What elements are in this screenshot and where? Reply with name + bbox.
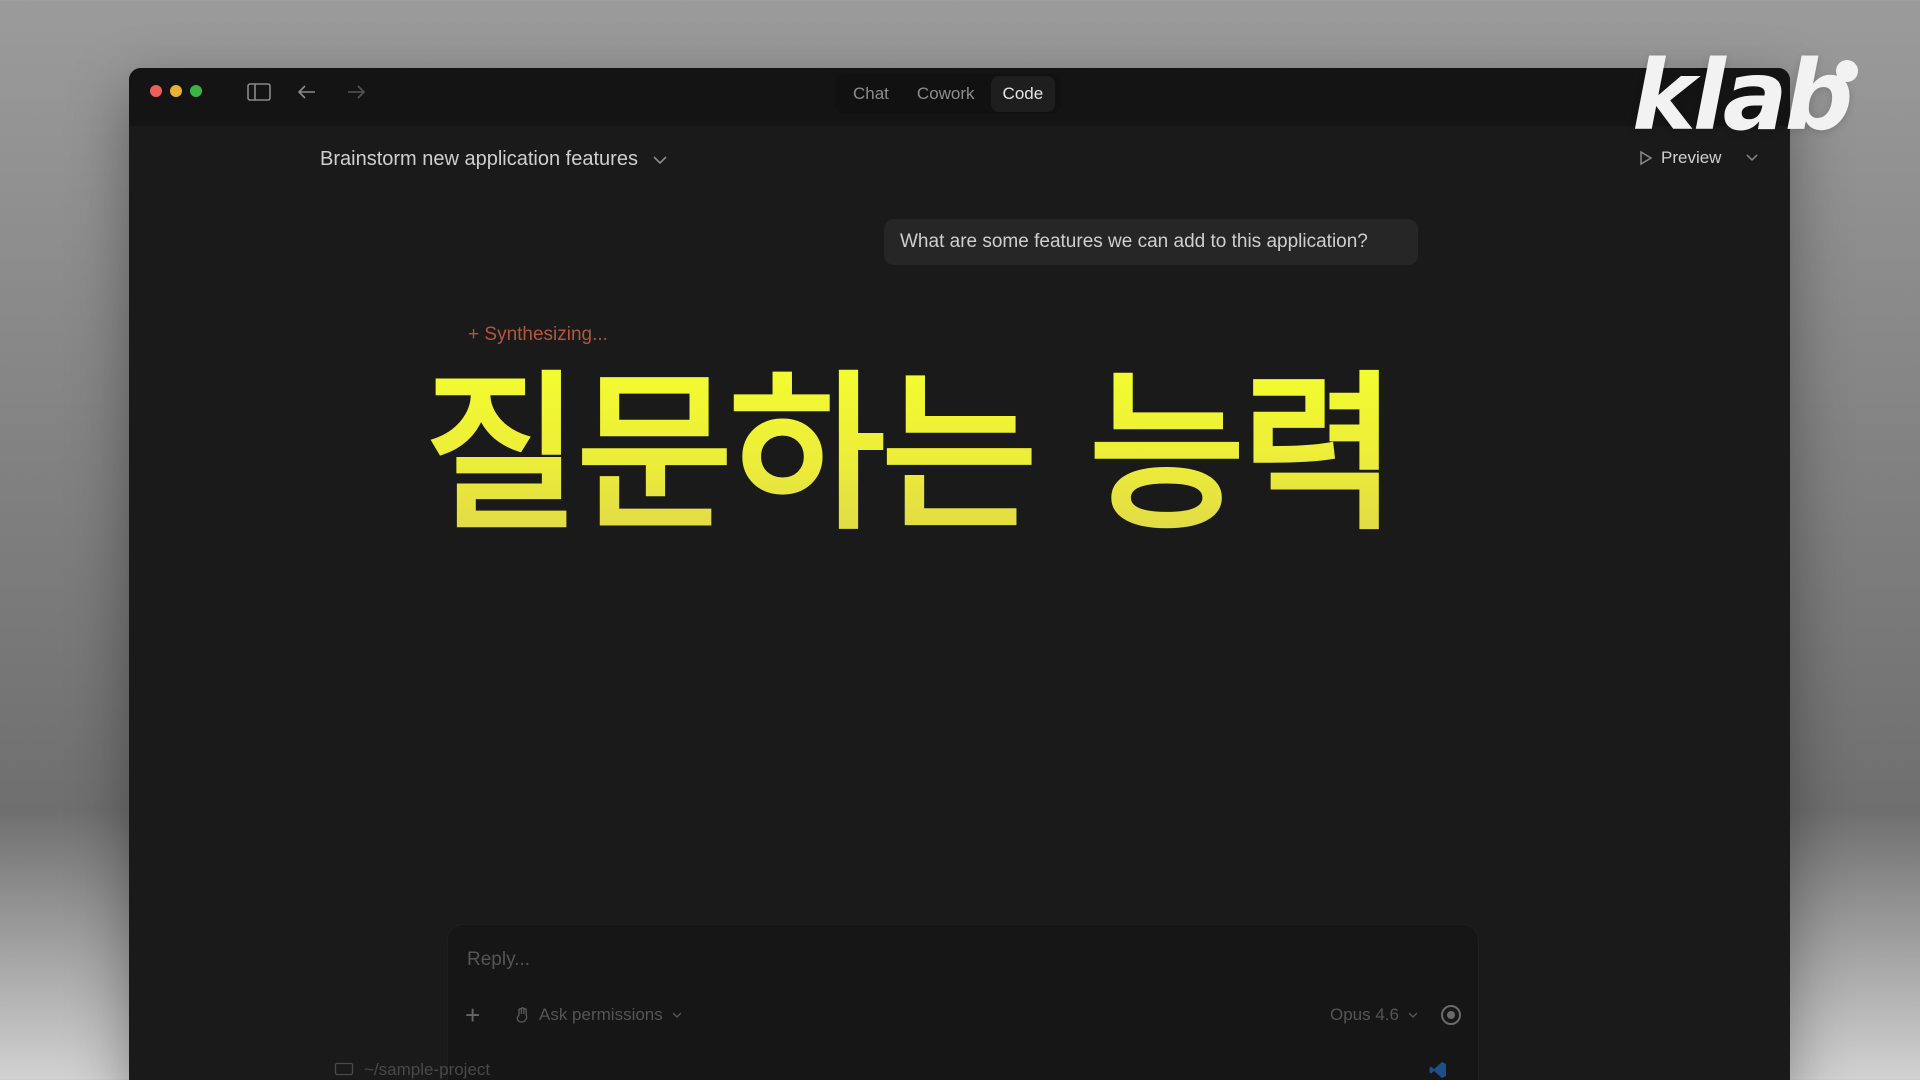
play-icon	[1639, 150, 1653, 166]
session-title-dropdown[interactable]: Brainstorm new application features	[320, 148, 668, 171]
project-footer: ~/sample-project	[334, 1058, 1448, 1080]
monitor-icon	[334, 1062, 354, 1078]
hand-icon	[515, 1006, 531, 1024]
minimize-window-button[interactable]	[170, 85, 182, 97]
arrow-left-icon[interactable]	[294, 81, 320, 103]
close-window-button[interactable]	[150, 85, 162, 97]
chevron-down-icon	[671, 1011, 683, 1019]
model-label: Opus 4.6	[1330, 1005, 1399, 1024]
user-message: What are some features we can add to thi…	[884, 219, 1418, 265]
sparkle-icon: +	[468, 324, 480, 345]
chevron-down-icon	[652, 155, 668, 165]
klab-logo: klab	[1632, 40, 1853, 152]
status-indicator: + Synthesizing...	[468, 324, 608, 346]
arrow-right-icon[interactable]	[343, 81, 369, 103]
maximize-window-button[interactable]	[190, 85, 202, 97]
tab-chat[interactable]: Chat	[841, 76, 901, 112]
project-path[interactable]: ~/sample-project	[364, 1060, 490, 1080]
headline-overlay: 질문하는 능력	[424, 350, 1504, 560]
add-attachment-button[interactable]: +	[465, 1002, 489, 1028]
user-message-text: What are some features we can add to thi…	[900, 231, 1368, 252]
chevron-down-icon	[1407, 1011, 1419, 1019]
logo-dot	[1836, 60, 1858, 82]
session-title: Brainstorm new application features	[320, 148, 638, 170]
permissions-label: Ask permissions	[539, 1005, 663, 1024]
permissions-dropdown[interactable]: Ask permissions	[515, 1005, 683, 1025]
status-text: Synthesizing...	[484, 324, 608, 345]
tab-cowork[interactable]: Cowork	[905, 76, 987, 112]
app-window: Chat Cowork Code Brainstorm new applicat…	[129, 68, 1790, 1080]
vscode-icon[interactable]	[1428, 1060, 1448, 1080]
title-bar: Chat Cowork Code	[129, 68, 1790, 126]
mode-switcher: Chat Cowork Code	[835, 74, 1062, 114]
composer-toolbar: + Ask permissions Opus 4.6	[465, 999, 1461, 1031]
composer: + Ask permissions Opus 4.6	[447, 924, 1479, 1080]
chevron-down-icon[interactable]	[1745, 153, 1759, 163]
reply-input[interactable]	[465, 948, 1069, 972]
sidebar-toggle-icon[interactable]	[246, 81, 272, 103]
voice-record-button[interactable]	[1441, 1005, 1461, 1025]
model-selector[interactable]: Opus 4.6	[1330, 1005, 1419, 1025]
tab-code[interactable]: Code	[990, 76, 1056, 112]
